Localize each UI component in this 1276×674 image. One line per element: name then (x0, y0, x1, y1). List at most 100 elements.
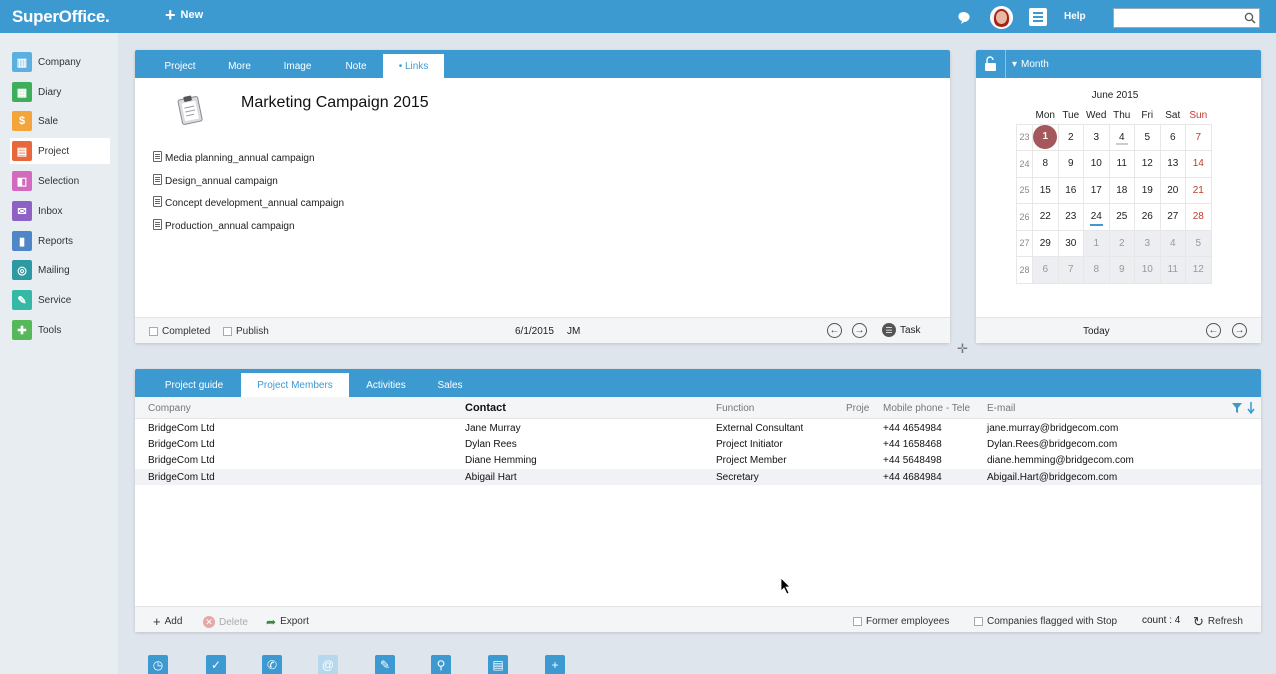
calendar-day[interactable]: 11 (1159, 256, 1186, 284)
publish-checkbox[interactable]: Publish (223, 326, 269, 337)
column-header[interactable]: E-mail (987, 403, 1015, 414)
calendar-day[interactable]: 19 (1134, 176, 1161, 204)
arrow-right-icon[interactable]: → (1232, 323, 1247, 338)
calendar-day[interactable]: 26 (1134, 203, 1161, 231)
resize-handle-icon[interactable]: ✛ (957, 341, 968, 357)
calendar-day[interactable]: 4 (1159, 229, 1186, 257)
calendar-day[interactable]: 23 (1057, 203, 1084, 231)
calendar-day[interactable]: 6 (1159, 123, 1186, 151)
calendar-day[interactable]: 21 (1185, 176, 1212, 204)
calendar-day[interactable]: 2 (1057, 123, 1084, 151)
calendar-day[interactable]: 17 (1083, 176, 1110, 204)
arrow-left-icon[interactable]: ← (827, 323, 842, 338)
export-button[interactable]: ➦ Export (266, 616, 309, 628)
tab-sales[interactable]: Sales (429, 373, 471, 397)
calendar-day[interactable]: 10 (1134, 256, 1161, 284)
link-item[interactable]: Production_annual campaign (153, 219, 295, 232)
column-header[interactable]: Mobile phone - Tele (883, 403, 970, 414)
sidebar-item-sale[interactable]: $ Sale (10, 108, 110, 134)
stop-flag-checkbox[interactable]: Companies flagged with Stop (974, 616, 1117, 627)
calendar-day[interactable]: 30 (1057, 229, 1084, 257)
calendar-day[interactable]: 22 (1032, 203, 1059, 231)
calendar-day[interactable]: 12 (1134, 150, 1161, 178)
menu-list-icon[interactable] (1028, 7, 1048, 27)
calendar-day[interactable]: 25 (1108, 203, 1135, 231)
column-header[interactable]: Function (716, 403, 754, 414)
calendar-day[interactable]: 29 (1032, 229, 1059, 257)
sidebar-item-inbox[interactable]: ✉ Inbox (10, 198, 110, 224)
calendar-day[interactable]: 9 (1108, 256, 1135, 284)
tab-more[interactable]: More (217, 54, 262, 78)
arrow-right-icon[interactable]: → (852, 323, 867, 338)
calendar-day[interactable]: 12 (1185, 256, 1212, 284)
calendar-day[interactable]: 7 (1057, 256, 1084, 284)
view-dropdown[interactable]: ▾ Month (1012, 59, 1049, 70)
plus-icon[interactable]: + (545, 655, 565, 674)
calendar-day[interactable]: 6 (1032, 256, 1059, 284)
filter-icon[interactable] (1232, 403, 1242, 413)
phone-icon[interactable]: ✆ (262, 655, 282, 674)
sidebar-item-diary[interactable]: ▦ Diary (10, 79, 110, 105)
lock-open-icon[interactable] (984, 56, 998, 72)
tab-note[interactable]: Note (332, 54, 380, 78)
table-row[interactable]: BridgeCom Ltd Jane Murray External Consu… (135, 420, 1261, 436)
sidebar-item-project[interactable]: ▤ Project (10, 138, 110, 164)
column-header[interactable]: Company (148, 403, 191, 414)
calendar-day[interactable]: 7 (1185, 123, 1212, 151)
calendar-day[interactable]: 16 (1057, 176, 1084, 204)
sidebar-item-tools[interactable]: ✚ Tools (10, 317, 110, 343)
tab-activities[interactable]: Activities (357, 373, 415, 397)
sidebar-item-company[interactable]: ▥ Company (10, 49, 110, 75)
sort-icon[interactable] (1247, 402, 1255, 414)
app-logo[interactable]: SuperOffice. (12, 7, 110, 27)
calendar-day[interactable]: 13 (1159, 150, 1186, 178)
sidebar-item-mailing[interactable]: ◎ Mailing (10, 257, 110, 283)
calendar-day[interactable]: 8 (1083, 256, 1110, 284)
new-button[interactable]: + New (165, 6, 203, 24)
former-employees-checkbox[interactable]: Former employees (853, 616, 949, 627)
at-icon[interactable]: @ (318, 655, 338, 674)
sidebar-item-selection[interactable]: ◧ Selection (10, 168, 110, 194)
delete-button[interactable]: ✕ Delete (203, 616, 248, 628)
help-link[interactable]: Help (1064, 11, 1086, 22)
calendar-day[interactable]: 20 (1159, 176, 1186, 204)
tab-image[interactable]: Image (270, 54, 325, 78)
table-row[interactable]: BridgeCom Ltd Diane Hemming Project Memb… (135, 452, 1261, 468)
link-item[interactable]: Design_annual campaign (153, 174, 278, 187)
calendar-day[interactable]: 2 (1108, 229, 1135, 257)
sidebar-item-reports[interactable]: ▮ Reports (10, 228, 110, 254)
calendar-day[interactable]: 27 (1159, 203, 1186, 231)
calendar-day[interactable]: 3 (1083, 123, 1110, 151)
column-header[interactable]: Contact (465, 402, 506, 414)
calendar-day[interactable]: 14 (1185, 150, 1212, 178)
today-button[interactable]: Today (1083, 326, 1110, 337)
pencil-icon[interactable]: ✎ (375, 655, 395, 674)
search-icon[interactable]: ⚲ (431, 655, 451, 674)
tab-links[interactable]: • Links (383, 54, 444, 78)
calendar-day[interactable]: 28 (1185, 203, 1212, 231)
calendar-day[interactable]: 10 (1083, 150, 1110, 178)
search-input[interactable] (1113, 8, 1260, 28)
refresh-button[interactable]: ↻ Refresh (1193, 615, 1243, 628)
completed-checkbox[interactable]: Completed (149, 326, 210, 337)
calendar-day[interactable]: 8 (1032, 150, 1059, 178)
column-header[interactable]: Proje (846, 403, 869, 414)
check-icon[interactable]: ✓ (206, 655, 226, 674)
add-button[interactable]: + Add (153, 615, 182, 628)
link-item[interactable]: Concept development_annual campaign (153, 196, 344, 209)
calendar-day[interactable]: 15 (1032, 176, 1059, 204)
calendar-day[interactable]: 18 (1108, 176, 1135, 204)
task-button[interactable]: ☰ Task (882, 323, 921, 337)
sidebar-item-service[interactable]: ✎ Service (10, 287, 110, 313)
calendar-day[interactable]: 24 (1083, 203, 1110, 231)
table-row[interactable]: BridgeCom Ltd Abigail Hart Secretary +44… (135, 469, 1261, 485)
clock-icon[interactable]: ◷ (148, 655, 168, 674)
link-item[interactable]: Media planning_annual campaign (153, 151, 315, 164)
calendar-day[interactable]: 1 (1032, 123, 1059, 151)
calendar-day[interactable]: 3 (1134, 229, 1161, 257)
calendar-day[interactable]: 9 (1057, 150, 1084, 178)
tab-project-members[interactable]: Project Members (241, 373, 349, 397)
calendar-day[interactable]: 4 (1108, 123, 1135, 151)
tab-project-guide[interactable]: Project guide (153, 373, 235, 397)
calendar-day[interactable]: 11 (1108, 150, 1135, 178)
